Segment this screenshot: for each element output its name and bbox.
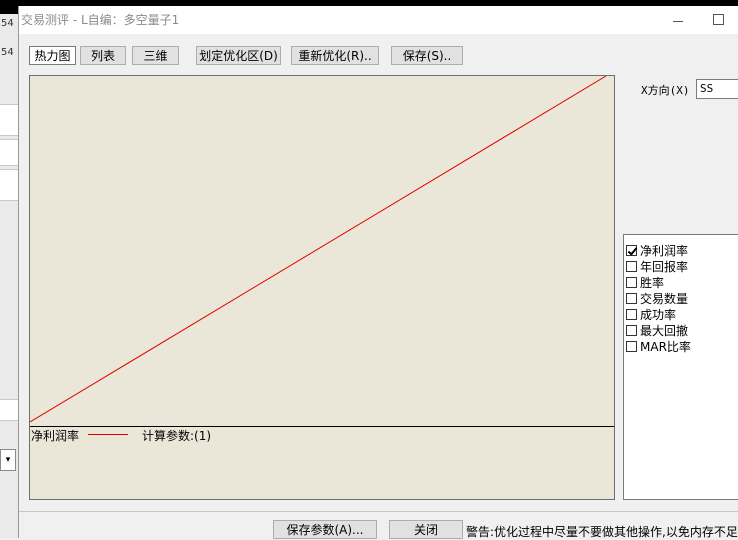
metric-label: 成功率: [640, 308, 677, 322]
legend-series-name: 净利润率: [31, 429, 80, 443]
background-block: [0, 399, 18, 421]
tab-heatmap[interactable]: 热力图: [29, 46, 76, 65]
background-left-panel: 54 54 ▾: [0, 14, 19, 538]
x-direction-label: X方向(X): [641, 84, 690, 97]
warning-text: 警告:优化过程中尽量不要做其他操作,以免内存不足: [466, 525, 738, 539]
x-direction-select[interactable]: SS: [696, 79, 738, 99]
define-optimize-area-button[interactable]: 划定优化区(D): [196, 46, 281, 65]
background-combo[interactable]: ▾: [0, 449, 16, 471]
checkbox-icon[interactable]: [626, 277, 637, 288]
legend-param-text: 计算参数:(1): [142, 429, 212, 443]
trade-evaluation-dialog: 交易测评 - L自编：多空量子1 热力图 列表 三维 划定优化区(D) 重新优化…: [18, 6, 738, 539]
footer-separator: [19, 511, 738, 512]
chart-area[interactable]: 净利润率 计算参数:(1): [29, 75, 615, 500]
metric-checklist: 净利润率 年回报率 胜率 交易数量 成功率 最大回撤 MAR比率: [623, 234, 738, 500]
legend-swatch: [88, 434, 128, 435]
metric-label: 最大回撤: [640, 324, 689, 338]
checkbox-icon[interactable]: [626, 309, 637, 320]
background-block: [0, 139, 18, 166]
save-params-button[interactable]: 保存参数(A)...: [273, 520, 377, 539]
metric-label: MAR比率: [640, 340, 691, 354]
checkbox-icon[interactable]: [626, 293, 637, 304]
window-title: 交易测评 - L自编：多空量子1: [21, 13, 180, 27]
series-line-net-profit-rate: [30, 76, 607, 423]
metric-label: 年回报率: [640, 260, 689, 274]
title-bar: 交易测评 - L自编：多空量子1: [19, 6, 738, 34]
close-button[interactable]: 关闭: [389, 520, 463, 539]
checkbox-icon[interactable]: [626, 261, 637, 272]
background-block: [0, 169, 18, 201]
background-number: 54: [1, 18, 14, 29]
reoptimize-button[interactable]: 重新优化(R)..: [291, 46, 379, 65]
metric-label: 胜率: [640, 276, 665, 290]
save-button[interactable]: 保存(S)..: [391, 46, 463, 65]
maximize-button[interactable]: [712, 12, 724, 25]
metric-label: 交易数量: [640, 292, 689, 306]
metric-label: 净利润率: [640, 244, 689, 258]
background-block: [0, 104, 18, 136]
checkbox-icon[interactable]: [626, 341, 637, 352]
background-number: 54: [1, 47, 14, 58]
checkbox-icon[interactable]: [626, 245, 637, 256]
legend-separator: [30, 426, 614, 427]
checkbox-icon[interactable]: [626, 325, 637, 336]
line-chart: [30, 76, 607, 423]
tab-3d[interactable]: 三维: [132, 46, 179, 65]
tab-list[interactable]: 列表: [80, 46, 126, 65]
minimize-button[interactable]: [665, 14, 691, 28]
